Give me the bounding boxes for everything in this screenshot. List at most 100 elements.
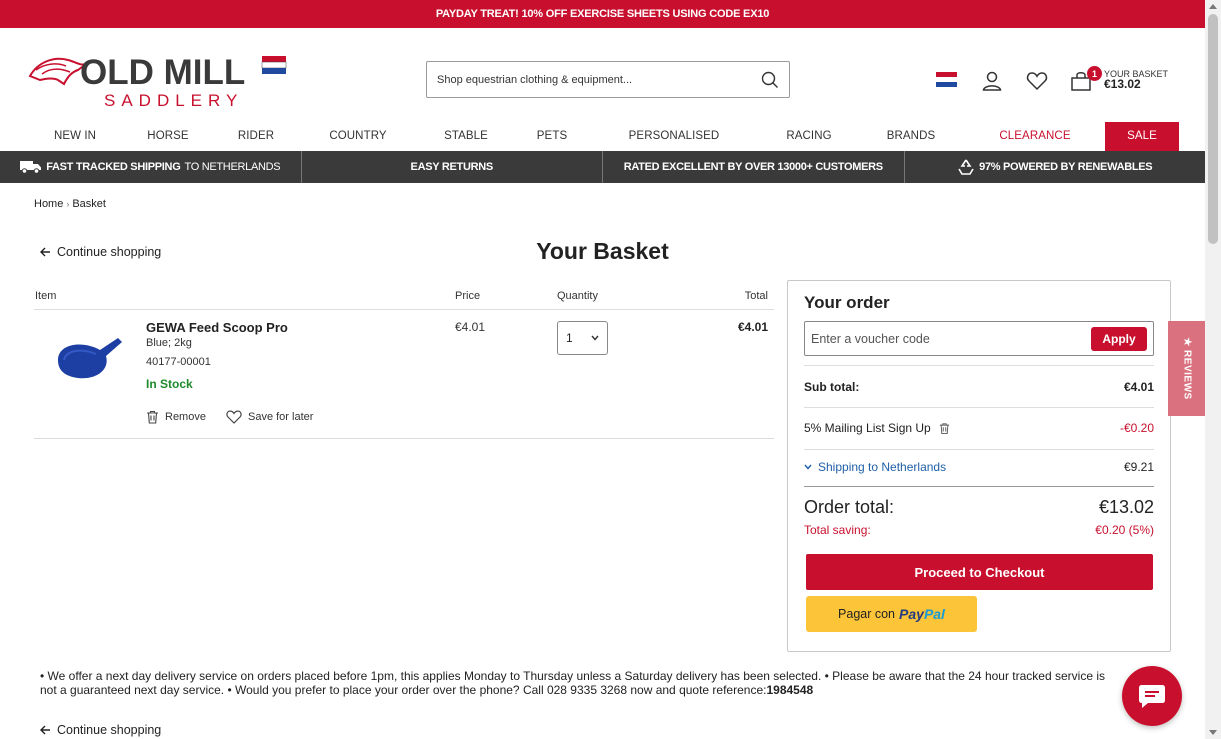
total-saving-row: Total saving: €0.20 (5%): [804, 523, 1154, 537]
usp-renewables: 97% POWERED BY RENEWABLES: [905, 151, 1206, 183]
search-icon[interactable]: [761, 71, 779, 89]
svg-text:SADDLERY: SADDLERY: [104, 91, 243, 110]
paypal-prefix: Pagar con: [838, 607, 896, 621]
paypal-logo: PayPal: [899, 606, 945, 622]
nav-item-stable[interactable]: STABLE: [431, 122, 501, 151]
scroll-down-arrow-icon[interactable]: [1209, 730, 1217, 735]
usp-shipping: FAST TRACKED SHIPPING TO NETHERLANDS: [0, 151, 302, 183]
discount-row: 5% Mailing List Sign Up -€0.20: [804, 421, 1154, 435]
usp-shipping-bold: FAST TRACKED SHIPPING: [46, 161, 181, 173]
page-title: Your Basket: [536, 238, 669, 264]
arrow-left-icon: [40, 725, 50, 735]
nav-item-racing[interactable]: RACING: [774, 122, 844, 151]
search-input[interactable]: Shop equestrian clothing & equipment...: [426, 61, 790, 98]
wishlist-heart-icon[interactable]: [1026, 70, 1048, 92]
nav-item-brands[interactable]: BRANDS: [875, 122, 947, 151]
shipping-value: €9.21: [1123, 460, 1154, 474]
scrollbar-thumb[interactable]: [1208, 14, 1218, 244]
usp-rated-text: RATED EXCELLENT BY OVER 13000+ CUSTOMERS: [623, 161, 883, 173]
country-flag-icon[interactable]: [936, 72, 957, 87]
breadcrumb-current: Basket: [72, 198, 106, 210]
continue-shopping-label: Continue shopping: [57, 723, 162, 737]
apply-voucher-button[interactable]: Apply: [1091, 326, 1147, 351]
breadcrumb: Home › Basket: [34, 198, 106, 210]
search-placeholder: Shop equestrian clothing & equipment...: [437, 73, 633, 86]
proceed-to-checkout-button[interactable]: Proceed to Checkout: [806, 554, 1153, 590]
save-for-later-button[interactable]: Save for later: [226, 410, 313, 424]
summary-divider: [804, 407, 1154, 408]
chat-bubble-icon: [1139, 685, 1165, 708]
product-name[interactable]: GEWA Feed Scoop Pro: [146, 320, 288, 335]
stock-status: In Stock: [146, 377, 193, 391]
basket-summary[interactable]: YOUR BASKET €13.02: [1104, 69, 1168, 90]
shipping-row: Shipping to Netherlands €9.21: [804, 460, 1154, 474]
paypal-button[interactable]: Pagar con PayPal: [806, 596, 977, 632]
breadcrumb-separator-icon: ›: [66, 199, 70, 209]
product-image-feed-scoop[interactable]: [52, 330, 126, 382]
subtotal-row: Sub total: €4.01: [804, 380, 1154, 394]
remove-discount-trash-icon[interactable]: [939, 422, 950, 435]
usp-bar: FAST TRACKED SHIPPING TO NETHERLANDS EAS…: [0, 151, 1205, 183]
total-saving-label: Total saving:: [804, 523, 871, 537]
svg-text:OLD MILL: OLD MILL: [80, 53, 245, 92]
basket-count-badge: 1: [1087, 66, 1102, 81]
heart-icon: [226, 410, 242, 424]
save-for-later-label: Save for later: [248, 411, 314, 423]
account-icon[interactable]: [981, 70, 1003, 92]
usp-rated[interactable]: RATED EXCELLENT BY OVER 13000+ CUSTOMERS: [603, 151, 905, 183]
discount-label: 5% Mailing List Sign Up: [804, 421, 931, 435]
continue-shopping-link-bottom[interactable]: Continue shopping: [40, 723, 161, 737]
voucher-placeholder: Enter a voucher code: [811, 331, 930, 346]
voucher-input[interactable]: Enter a voucher code Apply: [804, 321, 1154, 356]
col-header-item: Item: [35, 290, 57, 302]
site-logo[interactable]: OLD MILL SADDLERY: [28, 50, 290, 110]
scroll-up-arrow-icon[interactable]: [1209, 4, 1217, 9]
remove-button[interactable]: Remove: [146, 410, 206, 424]
notice-line-1: • We offer a next day delivery service o…: [40, 670, 1105, 683]
usp-returns: EASY RETURNS: [302, 151, 603, 183]
quantity-value: 1: [566, 331, 573, 345]
product-sku: 40177-00001: [146, 356, 211, 368]
summary-divider: [804, 449, 1154, 450]
chevron-down-icon: [804, 464, 812, 470]
discount-value: -€0.20: [1119, 421, 1154, 435]
quantity-select[interactable]: 1: [557, 321, 608, 355]
table-divider: [34, 438, 774, 439]
usp-returns-text: EASY RETURNS: [410, 161, 494, 173]
nav-item-pets[interactable]: PETS: [521, 122, 583, 151]
reviews-tab-label: ★ REVIEWS: [1181, 337, 1193, 400]
reviews-side-tab[interactable]: ★ REVIEWS: [1168, 321, 1206, 416]
site-header: OLD MILL SADDLERY Shop equestrian clothi…: [0, 28, 1205, 122]
nav-item-rider[interactable]: RIDER: [221, 122, 291, 151]
usp-renewables-text: 97% POWERED BY RENEWABLES: [979, 161, 1153, 173]
remove-label: Remove: [165, 411, 206, 423]
col-header-price: Price: [455, 290, 481, 302]
order-summary-panel: Your order Enter a voucher code Apply Su…: [787, 280, 1171, 652]
logo-horse-icon: OLD MILL SADDLERY: [28, 53, 287, 110]
usp-shipping-rest: TO NETHERLANDS: [184, 161, 281, 173]
nav-item-horse[interactable]: HORSE: [133, 122, 203, 151]
notice-line-2: not a guaranteed next day service. • Wou…: [40, 682, 767, 697]
shipping-label: Shipping to Netherlands: [818, 460, 947, 474]
total-saving-value: €0.20 (5%): [1095, 523, 1154, 537]
order-total-label: Order total:: [804, 497, 895, 517]
col-header-quantity: Quantity: [557, 290, 598, 302]
table-divider: [34, 309, 774, 310]
line-total: €4.01: [737, 320, 768, 334]
subtotal-label: Sub total:: [804, 380, 860, 394]
delivery-notice: • We offer a next day delivery service o…: [40, 670, 1140, 697]
nav-item-personalised[interactable]: PERSONALISED: [620, 122, 728, 151]
live-chat-button[interactable]: [1122, 666, 1182, 726]
nav-item-sale[interactable]: SALE: [1105, 122, 1179, 151]
breadcrumb-home[interactable]: Home: [34, 198, 63, 210]
order-total-value: €13.02: [1098, 497, 1154, 517]
product-variant: Blue; 2kg: [146, 337, 192, 349]
order-reference: 1984548: [766, 682, 814, 697]
promo-banner[interactable]: PAYDAY TREAT! 10% OFF EXERCISE SHEETS US…: [0, 0, 1205, 28]
shipping-toggle[interactable]: Shipping to Netherlands: [804, 460, 946, 474]
nav-item-clearance[interactable]: CLEARANCE: [990, 122, 1080, 151]
nav-item-new-in[interactable]: NEW IN: [40, 122, 110, 151]
nav-item-country[interactable]: COUNTRY: [318, 122, 398, 151]
summary-divider: [804, 486, 1154, 487]
summary-divider: [804, 365, 1154, 366]
